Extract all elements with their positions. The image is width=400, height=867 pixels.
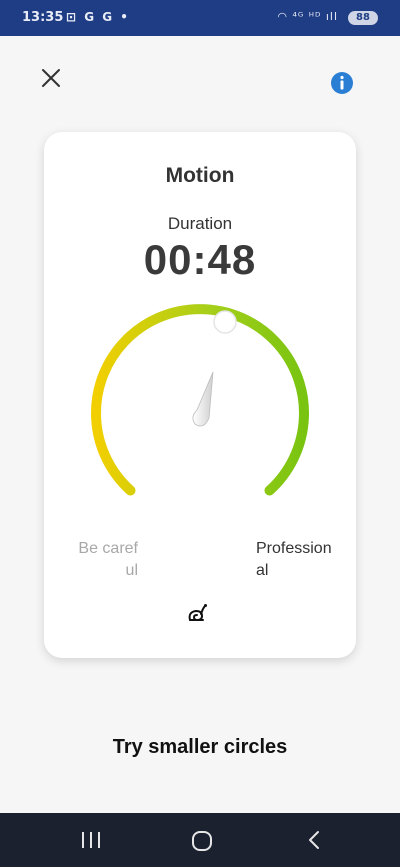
signal-icons: ◠ ⁴ᴳ ᴴᴰ ıll [277, 10, 338, 23]
duration-label: Duration [167, 214, 233, 233]
home-icon[interactable] [191, 830, 213, 852]
hint-text: Try smaller circles [112, 736, 288, 758]
notification-icons: ⊡ G G • [66, 10, 130, 24]
battery-icon: 88 [348, 11, 378, 25]
duration-value: 00:48 [143, 236, 257, 283]
label-be-careful: Be careful [78, 540, 138, 579]
back-icon[interactable] [306, 829, 322, 851]
gauge-marker [213, 310, 237, 334]
info-icon [331, 72, 353, 94]
snail-icon [188, 604, 207, 622]
gauge-needle [192, 371, 214, 427]
label-professional: Professional [256, 540, 332, 579]
status-time: 13:35 [22, 10, 64, 25]
gauge-arc [91, 304, 309, 496]
close-button[interactable] [36, 64, 66, 94]
card-title: Motion [165, 164, 235, 187]
close-icon [42, 69, 60, 87]
status-bar: 13:35 ⊡ G G • ◠ ⁴ᴳ ᴴᴰ ıll 88 [0, 0, 400, 36]
system-nav-bar [0, 813, 400, 867]
recent-apps-icon[interactable] [80, 830, 102, 850]
info-button[interactable] [330, 71, 354, 95]
motion-gauge [91, 304, 309, 496]
